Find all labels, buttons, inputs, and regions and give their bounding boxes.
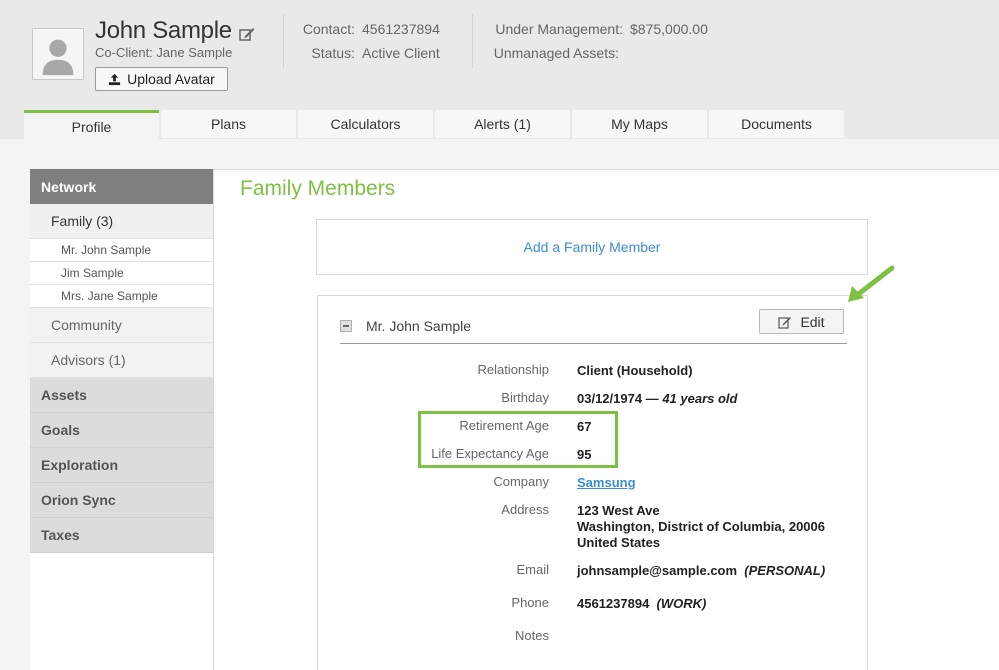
- unmanaged-assets-label: Unmanaged Assets:: [493, 45, 619, 61]
- highlight-box: [418, 411, 618, 468]
- default-avatar-icon: [33, 29, 83, 79]
- company-link[interactable]: Samsung: [577, 475, 636, 490]
- phone-value: 4561237894 (WORK): [577, 596, 706, 612]
- contact-status-block: Contact: 4561237894 Status: Active Clien…: [302, 17, 440, 65]
- sidebar-subitem-jane[interactable]: Mrs. Jane Sample: [30, 285, 213, 308]
- avatar: [32, 28, 84, 80]
- tab-documents[interactable]: Documents: [709, 110, 844, 138]
- edit-label: Edit: [800, 313, 825, 330]
- tab-calculators[interactable]: Calculators: [298, 110, 433, 138]
- contact-label: Contact:: [302, 21, 355, 37]
- sidebar-item-family[interactable]: Family (3): [30, 204, 213, 239]
- edit-name-icon[interactable]: [238, 22, 256, 41]
- member-card-header: Mr. John Sample Edit: [340, 309, 847, 344]
- edit-member-button[interactable]: Edit: [759, 309, 844, 334]
- coclient-label: Co-Client:: [95, 45, 153, 60]
- birthday-age: 41 years old: [662, 391, 738, 406]
- add-family-member-box: Add a Family Member: [316, 219, 868, 275]
- client-name-text: John Sample: [95, 17, 232, 44]
- client-header: John Sample Co-Client: Jane Sample Uploa…: [0, 0, 999, 110]
- status-label: Status:: [311, 45, 355, 61]
- sidebar-header-network[interactable]: Network: [30, 169, 213, 204]
- company-label: Company: [493, 474, 549, 489]
- sidebar-item-community[interactable]: Community: [30, 308, 213, 343]
- company-value: Samsung: [577, 475, 636, 491]
- status-value: Active Client: [362, 45, 440, 61]
- address-label: Address: [501, 502, 549, 517]
- email-label: Email: [516, 562, 549, 577]
- phone-label: Phone: [511, 595, 549, 610]
- upload-icon: [109, 73, 121, 85]
- sidebar-section-assets[interactable]: Assets: [30, 378, 213, 413]
- sidebar-section-goals[interactable]: Goals: [30, 413, 213, 448]
- tab-plans[interactable]: Plans: [161, 110, 296, 138]
- annotation-arrow-icon: [848, 265, 895, 302]
- sidebar-subitem-john[interactable]: Mr. John Sample: [30, 239, 213, 262]
- upload-avatar-label: Upload Avatar: [127, 71, 215, 87]
- sidebar-section-exploration[interactable]: Exploration: [30, 448, 213, 483]
- sidebar-item-advisors[interactable]: Advisors (1): [30, 343, 213, 378]
- notes-label: Notes: [515, 628, 549, 643]
- sidebar: Network Family (3) Mr. John Sample Jim S…: [30, 169, 214, 670]
- assets-block: Under Management: $875,000.00 Unmanaged …: [493, 17, 708, 65]
- email-address: johnsample@sample.com: [577, 563, 738, 578]
- address-line-2: Washington, District of Columbia, 20006: [577, 519, 825, 534]
- tab-bar: Profile Plans Calculators Alerts (1) My …: [24, 110, 846, 140]
- collapse-icon[interactable]: [340, 320, 352, 332]
- edit-icon: [778, 316, 792, 329]
- under-management-label: Under Management:: [495, 21, 623, 37]
- email-value: johnsample@sample.com (PERSONAL): [577, 563, 825, 579]
- page-title: Family Members: [240, 177, 396, 200]
- member-name: Mr. John Sample: [366, 318, 472, 334]
- contact-value: 4561237894: [362, 21, 440, 37]
- birthday-label: Birthday: [501, 390, 549, 405]
- coclient-name: Jane Sample: [156, 45, 233, 60]
- phone-type: (WORK): [656, 596, 707, 611]
- tab-my-maps[interactable]: My Maps: [572, 110, 707, 138]
- phone-number: 4561237894: [577, 596, 650, 611]
- tab-profile[interactable]: Profile: [24, 110, 159, 140]
- sidebar-subitem-jim[interactable]: Jim Sample: [30, 262, 213, 285]
- relationship-value: Client (Household): [577, 363, 693, 378]
- email-type: (PERSONAL): [744, 563, 826, 578]
- address-line-1: 123 West Ave: [577, 503, 660, 518]
- client-name: John Sample: [95, 17, 256, 45]
- header-divider: [283, 14, 284, 68]
- under-management-value: $875,000.00: [630, 21, 708, 37]
- family-member-card: Mr. John Sample Edit Relationship Client…: [317, 295, 868, 670]
- birthday-value: 03/12/1974 — 41 years old: [577, 391, 737, 407]
- address-value: 123 West Ave Washington, District of Col…: [577, 503, 825, 551]
- birthday-date: 03/12/1974 —: [577, 391, 659, 406]
- coclient-info: Co-Client: Jane Sample: [95, 45, 232, 60]
- tab-alerts[interactable]: Alerts (1): [435, 110, 570, 138]
- upload-avatar-button[interactable]: Upload Avatar: [95, 67, 228, 91]
- sidebar-section-taxes[interactable]: Taxes: [30, 518, 213, 553]
- sidebar-section-orion-sync[interactable]: Orion Sync: [30, 483, 213, 518]
- header-divider: [472, 14, 473, 68]
- relationship-label: Relationship: [477, 362, 549, 377]
- address-line-3: United States: [577, 535, 661, 550]
- add-family-member-link[interactable]: Add a Family Member: [524, 239, 661, 255]
